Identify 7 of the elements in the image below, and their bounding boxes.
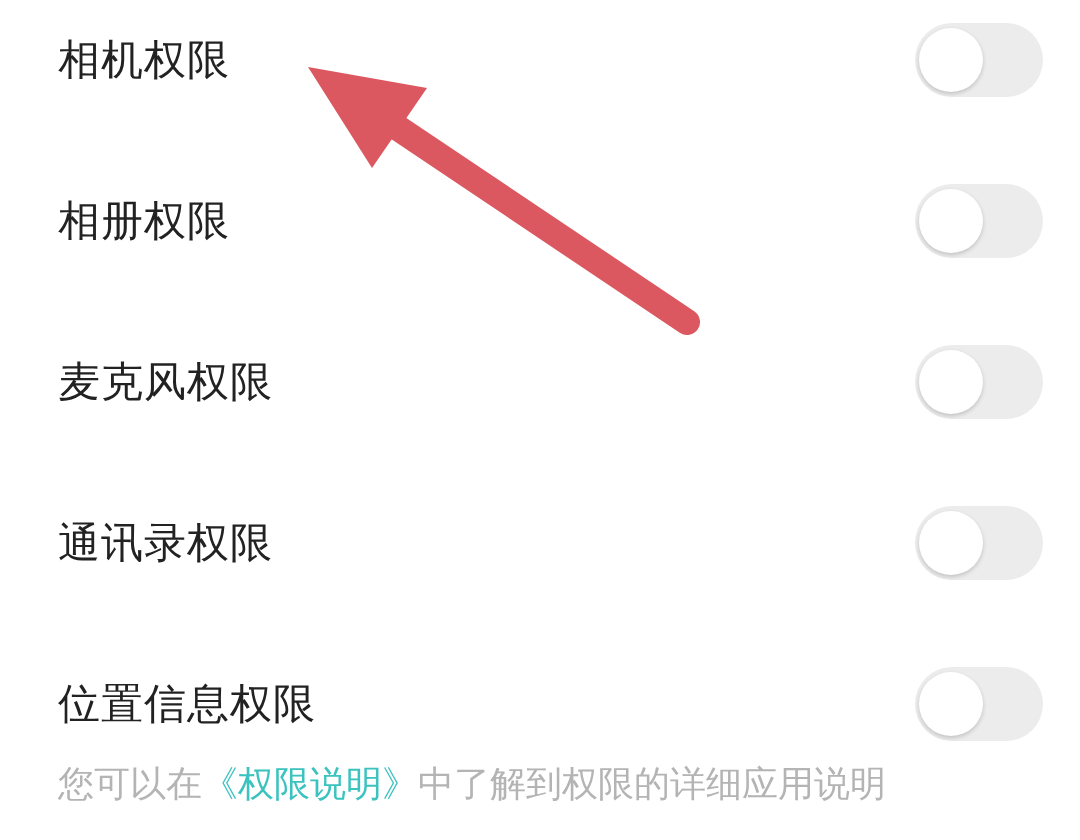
- permission-label: 相机权限: [58, 34, 230, 86]
- permission-note: 您可以在《权限说明》中了解到权限的详细应用说明: [58, 764, 886, 804]
- permission-label: 位置信息权限: [58, 678, 316, 730]
- permission-info-link[interactable]: 《权限说明》: [202, 763, 418, 804]
- permission-label: 麦克风权限: [58, 356, 273, 408]
- permission-label: 通讯录权限: [58, 517, 273, 569]
- permission-label: 相册权限: [58, 195, 230, 247]
